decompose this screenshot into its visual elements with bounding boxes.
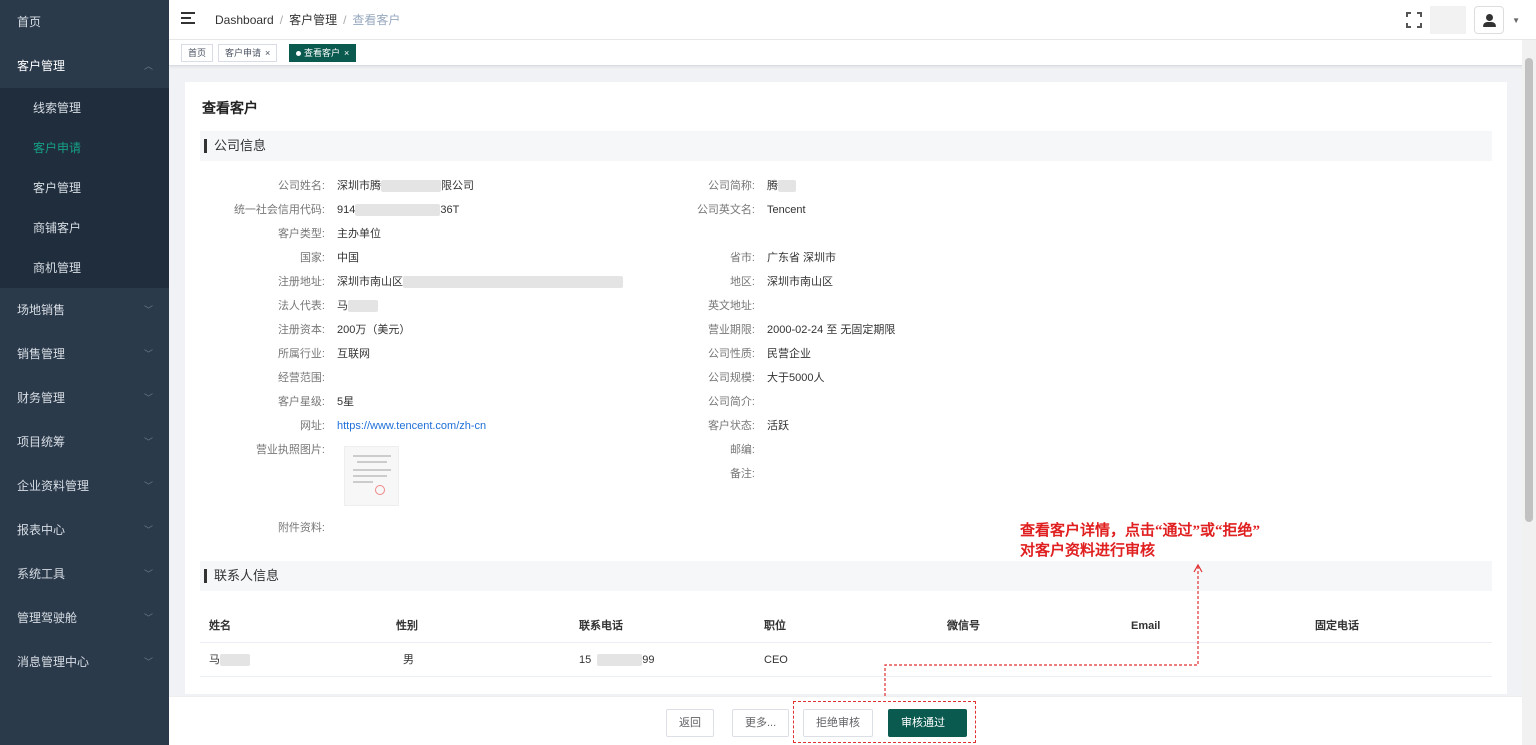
annotation-highlight-box [793, 701, 976, 743]
back-button[interactable]: 返回 [666, 709, 714, 737]
app-root: 首页 客户管理 ︿ 线索管理 客户申请 客户管理 商铺客户 商机管理 场地销售 ﹀ … [0, 0, 1536, 745]
annotation-arrow [884, 563, 1203, 701]
scrollbar-thumb[interactable] [1525, 58, 1533, 522]
more-button[interactable]: 更多... [732, 709, 790, 737]
